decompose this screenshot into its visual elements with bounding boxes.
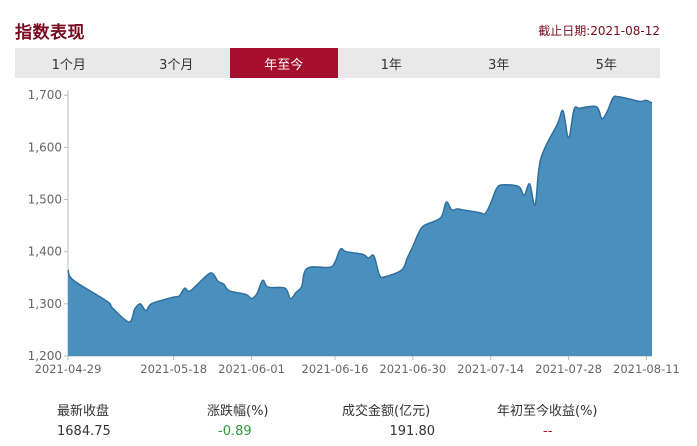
x-axis: 2021-04-29 2021-05-18 2021-06-01 2021-06-16… <box>35 355 680 376</box>
y-tick-label: 1,700 <box>28 88 62 102</box>
x-tick-label: 2021-04-29 <box>35 362 102 376</box>
y-axis: 1,200 1,300 1,400 1,500 1,600 1,700 <box>28 88 69 363</box>
index-performance-chart: 1,200 1,300 1,400 1,500 1,600 1,700 2021-04-2… <box>28 88 680 376</box>
turnover-label: 成交金额(亿元) <box>342 404 431 419</box>
latest-close-value: 1684.75 <box>57 424 111 439</box>
turnover-value: 191.80 <box>389 424 436 439</box>
y-tick-label: 1,500 <box>28 193 62 207</box>
tab-1-year[interactable]: 1年 <box>338 48 446 78</box>
period-tabs: 1个月 3个月 年至今 1年 3年 5年 <box>15 48 660 78</box>
index-area <box>68 96 652 356</box>
change-pct-value: -0.89 <box>218 424 252 439</box>
y-tick-label: 1,300 <box>28 297 62 311</box>
tab-3-months[interactable]: 3个月 <box>123 48 231 78</box>
x-tick-label: 2021-06-01 <box>218 362 285 376</box>
x-tick-label: 2021-07-14 <box>457 362 524 376</box>
y-tick-label: 1,400 <box>28 245 62 259</box>
ytd-return-value: -- <box>543 424 553 439</box>
tab-5-years[interactable]: 5年 <box>553 48 661 78</box>
y-tick-label: 1,600 <box>28 140 62 154</box>
latest-close-label: 最新收盘 <box>57 404 110 419</box>
x-tick-label: 2021-06-30 <box>379 362 446 376</box>
tab-3-years[interactable]: 3年 <box>445 48 553 78</box>
change-pct-label: 涨跌幅(%) <box>207 404 269 419</box>
tab-ytd[interactable]: 年至今 <box>230 48 338 78</box>
y-tick-label: 1,200 <box>28 349 62 363</box>
x-tick-label: 2021-05-18 <box>140 362 207 376</box>
as-of-date: 截止日期:2021-08-12 <box>538 24 660 38</box>
ytd-return-label: 年初至今收益(%) <box>497 404 598 419</box>
x-tick-label: 2021-06-16 <box>302 362 369 376</box>
x-tick-label: 2021-08-11 <box>613 362 680 376</box>
tab-1-month[interactable]: 1个月 <box>15 48 123 78</box>
page-title: 指数表现 <box>15 23 85 43</box>
x-tick-label: 2021-07-28 <box>535 362 602 376</box>
